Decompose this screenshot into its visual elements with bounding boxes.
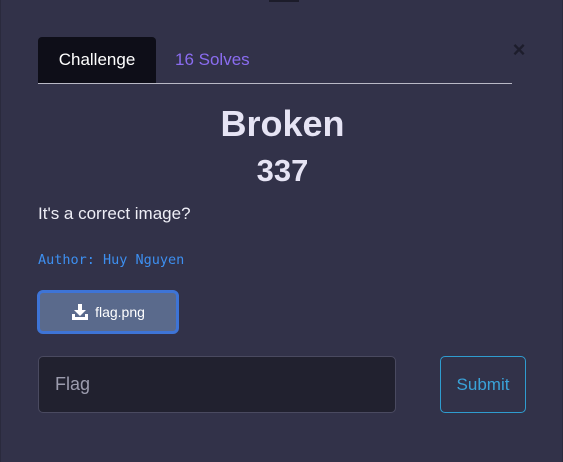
download-icon — [71, 303, 89, 321]
challenge-author: Author: Huy Nguyen — [38, 252, 185, 268]
flag-input[interactable] — [38, 356, 396, 413]
modal-top-edge — [269, 0, 299, 2]
challenge-tabs: Challenge 16 Solves — [38, 37, 512, 84]
challenge-title: Broken — [220, 103, 345, 144]
close-icon[interactable]: × — [510, 39, 528, 61]
challenge-points: 337 — [256, 153, 309, 188]
tab-challenge[interactable]: Challenge — [38, 37, 156, 83]
challenge-modal: × Challenge 16 Solves Broken 337 It's a … — [0, 0, 563, 462]
tab-solves[interactable]: 16 Solves — [175, 37, 250, 83]
file-name: flag.png — [95, 304, 145, 320]
submit-button[interactable]: Submit — [440, 356, 526, 413]
file-download-button[interactable]: flag.png — [37, 290, 179, 334]
challenge-description: It's a correct image? — [38, 204, 191, 223]
